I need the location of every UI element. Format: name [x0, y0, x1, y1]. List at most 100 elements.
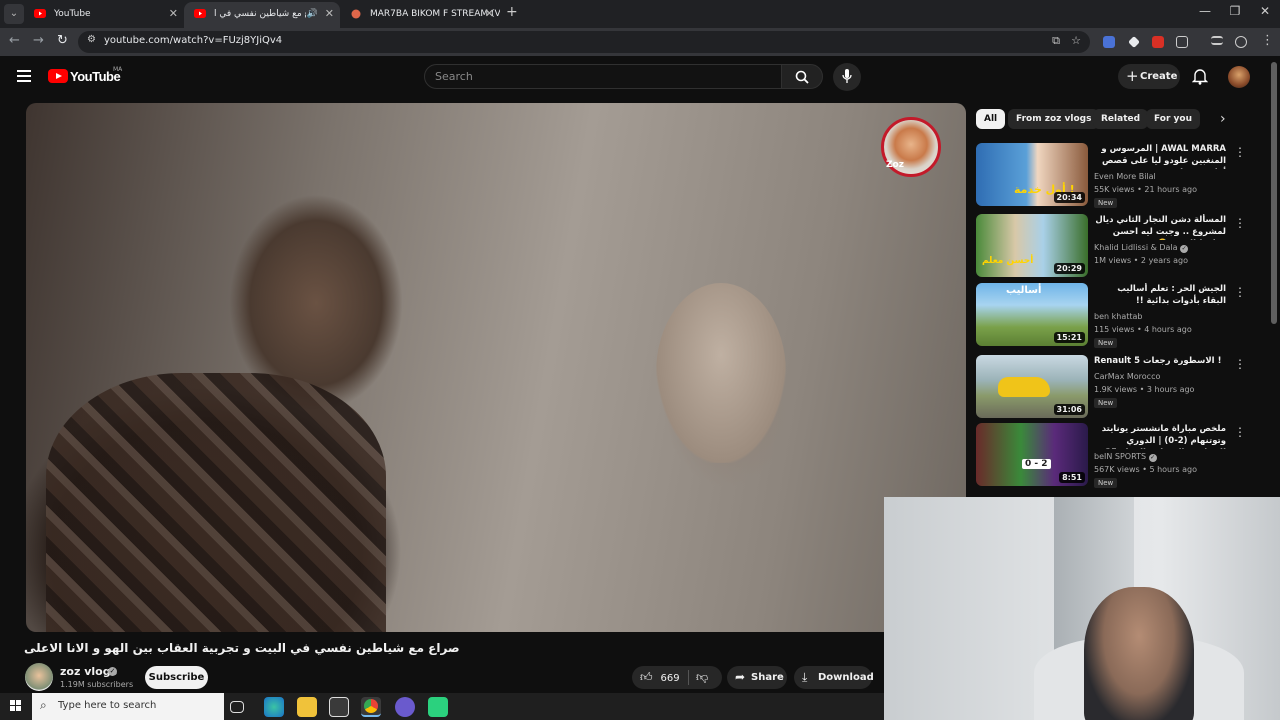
region-code: MA	[113, 66, 123, 73]
chip-for-you[interactable]: For you	[1146, 109, 1200, 129]
search-icon	[795, 70, 809, 84]
app-icon[interactable]	[428, 697, 448, 717]
browser-menu-icon[interactable]: ⋮	[1261, 33, 1274, 48]
profile-icon[interactable]	[1235, 36, 1247, 48]
recommendation-channel[interactable]: beIN SPORTS ✓	[1094, 452, 1157, 462]
windows-start-icon[interactable]	[10, 700, 22, 712]
task-view-icon[interactable]	[230, 701, 244, 713]
recommendation-title[interactable]: ملخص مباراة مانشستر يونايتد وتوتنهام (2-…	[1094, 423, 1226, 449]
browser-tab-youtube[interactable]: YouTube ✕	[24, 2, 184, 28]
share-button[interactable]: ➦ Share	[727, 666, 787, 689]
subscribe-button[interactable]: Subscribe	[145, 666, 208, 689]
hamburger-menu-icon[interactable]	[17, 70, 31, 85]
new-badge: New	[1094, 198, 1118, 208]
duration-badge: 15:21	[1053, 332, 1085, 343]
more-options-icon[interactable]: ⋮	[1234, 357, 1246, 371]
recommendation-item[interactable]: 0 - 2 8:51 ملخص مباراة مانشستر يونايتد و…	[976, 423, 1266, 488]
thumbnail-text: 0 - 2	[1022, 459, 1051, 469]
windows-taskbar: ⌕ Type here to search	[0, 693, 884, 720]
new-tab-icon[interactable]: +	[506, 4, 518, 20]
like-dislike-group: 👍︎ 669 👎︎	[632, 666, 722, 689]
page-scrollbar[interactable]	[1271, 62, 1277, 324]
tab-label: MAR7BA BIKOM F STREAM (V4	[370, 9, 500, 19]
browser-tab-stream[interactable]: MAR7BA BIKOM F STREAM (V4 ✕	[340, 2, 500, 28]
stream-favicon-icon	[351, 9, 361, 19]
share-arrow-icon: ➦	[735, 670, 746, 684]
forward-icon[interactable]: →	[33, 33, 44, 48]
search-button[interactable]	[781, 64, 823, 89]
video-thumbnail[interactable]: أحسن معلم 20:29	[976, 214, 1088, 277]
recommendation-item[interactable]: 31:06 Renault 5 الاسطورة رجعات ! CarMax …	[976, 355, 1266, 419]
close-tab-icon[interactable]: ✕	[325, 2, 334, 26]
microsoft-store-icon[interactable]	[329, 697, 349, 717]
duration-badge: 8:51	[1059, 472, 1085, 483]
chip-all[interactable]: All	[976, 109, 1006, 129]
chip-related[interactable]: Related	[1093, 109, 1149, 129]
taskbar-search-input[interactable]: ⌕ Type here to search	[32, 693, 224, 720]
discord-icon[interactable]	[395, 697, 415, 717]
extensions-puzzle-icon[interactable]	[1176, 36, 1188, 48]
more-options-icon[interactable]: ⋮	[1234, 216, 1246, 230]
more-options-icon[interactable]: ⋮	[1234, 425, 1246, 439]
browser-tab-video[interactable]: صراع مع شياطين نفسي في ا 🔊 ✕	[184, 2, 340, 28]
search-input[interactable]: Search	[424, 64, 782, 89]
edge-browser-icon[interactable]	[264, 697, 284, 717]
recommendation-channel[interactable]: Khalid Lidlissi & Dala ✓	[1094, 243, 1189, 253]
recommendation-channel[interactable]: CarMax Morocco	[1094, 372, 1160, 381]
video-thumbnail[interactable]: 0 - 2 8:51	[976, 423, 1088, 486]
site-info-icon[interactable]: ⚙	[87, 34, 96, 45]
tab-search-dropdown[interactable]: ⌄	[4, 4, 24, 24]
adblock-extension-icon[interactable]	[1152, 36, 1164, 48]
youtube-favicon-icon	[34, 9, 46, 18]
install-app-icon[interactable]: ⧉	[1052, 34, 1060, 48]
recommendation-title[interactable]: المسألة دشن النجار الثاني ديال لمشروع ..…	[1094, 214, 1226, 240]
video-thumbnail[interactable]: أساليب 15:21	[976, 283, 1088, 346]
restore-icon[interactable]: ❐	[1220, 4, 1250, 18]
address-bar[interactable]: ⚙ youtube.com/watch?v=FUzj8YJiQv4 ⧉ ☆	[78, 31, 1090, 53]
chrome-taskbar-button[interactable]	[361, 697, 381, 717]
account-avatar[interactable]	[1228, 66, 1250, 88]
duration-badge: 20:34	[1053, 192, 1085, 203]
create-button[interactable]: + Create	[1118, 64, 1180, 89]
channel-watermark[interactable]: Zoz	[881, 117, 941, 177]
recommendation-title[interactable]: Renault 5 الاسطورة رجعات !	[1094, 355, 1226, 367]
video-thumbnail[interactable]: أول خدمة ! 20:34	[976, 143, 1088, 206]
chrome-icon	[364, 699, 378, 713]
notifications-bell-icon[interactable]	[1192, 67, 1208, 85]
video-player[interactable]: Zoz	[26, 103, 966, 632]
extension-icon[interactable]	[1128, 36, 1140, 48]
file-explorer-icon[interactable]	[297, 697, 317, 717]
chevron-right-icon[interactable]: ›	[1220, 111, 1226, 127]
verified-check-icon: ✓	[108, 667, 117, 676]
recommendation-item[interactable]: أول خدمة ! 20:34 AWAL MARRA | المرسوس و …	[976, 143, 1266, 208]
dislike-button[interactable]: 👎︎	[696, 666, 708, 689]
recommendation-channel[interactable]: Even More Bilal	[1094, 172, 1156, 181]
recommendation-item[interactable]: أساليب 15:21 الجيش الحر : تعلم أساليب ال…	[976, 283, 1266, 348]
recommendation-title[interactable]: AWAL MARRA | المرسوس و المنغبين علودو لي…	[1094, 143, 1226, 169]
download-button[interactable]: ⤓ Download	[794, 666, 874, 689]
channel-avatar[interactable]	[25, 663, 53, 691]
like-button[interactable]: 👍︎ 669	[640, 666, 680, 689]
youtube-logo-icon[interactable]	[48, 69, 68, 83]
verified-check-icon: ✓	[1148, 454, 1157, 462]
voice-search-button[interactable]	[833, 63, 861, 91]
translate-extension-icon[interactable]	[1103, 36, 1115, 48]
close-window-icon[interactable]: ✕	[1250, 4, 1280, 18]
download-icon: ⤓	[802, 670, 808, 684]
recommendation-item[interactable]: أحسن معلم 20:29 المسألة دشن النجار الثان…	[976, 214, 1266, 278]
plus-icon: +	[1126, 67, 1139, 85]
chip-from-channel[interactable]: From zoz vlogs	[1008, 109, 1100, 129]
close-tab-icon[interactable]: ✕	[169, 2, 178, 26]
bookmark-star-icon[interactable]: ☆	[1071, 34, 1081, 47]
reload-icon[interactable]: ↻	[57, 33, 68, 48]
close-tab-icon[interactable]: ✕	[485, 2, 494, 26]
recommendation-title[interactable]: الجيش الحر : تعلم أساليب البقاء بأدوات ب…	[1094, 283, 1226, 307]
video-thumbnail[interactable]: 31:06	[976, 355, 1088, 418]
more-options-icon[interactable]: ⋮	[1234, 145, 1246, 159]
reading-list-icon[interactable]	[1211, 36, 1223, 45]
audio-playing-icon[interactable]: 🔊	[307, 2, 318, 26]
more-options-icon[interactable]: ⋮	[1234, 285, 1246, 299]
back-icon[interactable]: ←	[9, 33, 20, 48]
recommendation-channel[interactable]: ben khattab	[1094, 312, 1142, 321]
minimize-icon[interactable]: —	[1190, 4, 1220, 18]
